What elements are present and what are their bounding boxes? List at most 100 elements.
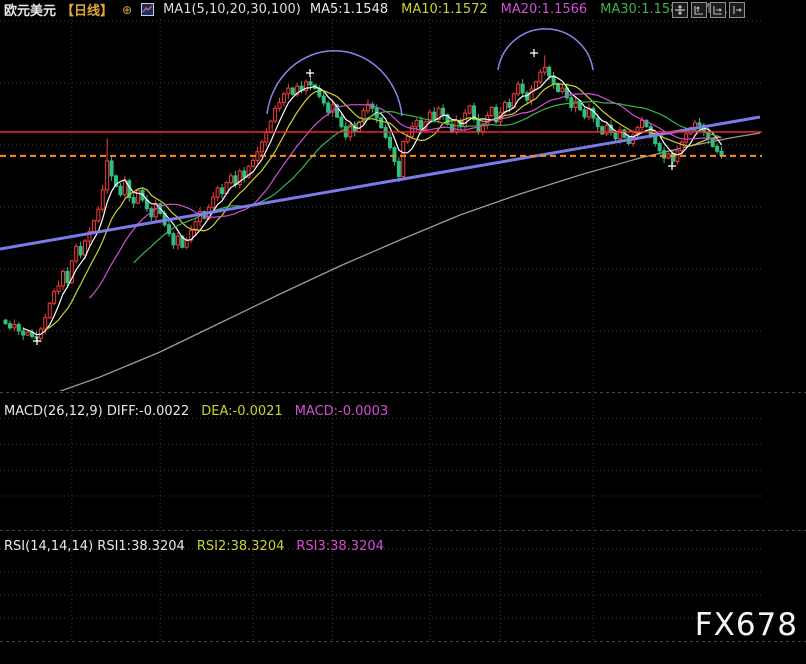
candle-body [212, 197, 215, 207]
candle-body [711, 139, 714, 147]
macd-bar-value: MACD:-0.0003 [295, 404, 389, 419]
candle-body [671, 154, 674, 162]
ma5-value: MA5:1.1548 [310, 2, 388, 17]
chart-window: 欧元美元 【日线】 ⊕ MA1(5,10,20,30,100) MA5:1.15… [0, 0, 806, 664]
candle-body [106, 161, 109, 190]
scale-up-axis-icon[interactable] [691, 2, 707, 18]
candle-body [110, 161, 113, 176]
candle-body [123, 181, 126, 195]
macd-params-and-diff: MACD(26,12,9) DIFF:-0.0022 [4, 404, 189, 419]
candle-body [539, 72, 542, 82]
candle-body [172, 234, 175, 245]
candle-body [274, 108, 277, 121]
ma100-line [55, 133, 760, 393]
candle-body [442, 108, 445, 114]
candle-body [53, 292, 56, 304]
candle-body [8, 324, 11, 328]
candle-body [685, 134, 688, 142]
candle-body [419, 120, 422, 129]
candle-body [614, 132, 617, 138]
candle-body [17, 324, 20, 331]
candle-body [260, 142, 263, 152]
candle-body [380, 118, 383, 128]
fx678-watermark: FX678 [695, 607, 798, 643]
ma30-line [134, 101, 722, 262]
candle-body [318, 89, 321, 97]
candle-body [309, 82, 312, 85]
period-label: 【日线】 [61, 0, 113, 19]
chart-header: 欧元美元 【日线】 ⊕ MA1(5,10,20,30,100) MA5:1.15… [4, 1, 736, 18]
macd-dea-value: DEA:-0.0021 [201, 404, 282, 419]
candle-body [663, 151, 666, 158]
candle-body [291, 88, 294, 95]
rsi-params-and-rsi1: RSI(14,14,14) RSI1:38.3204 [4, 539, 185, 554]
candle-body [79, 247, 82, 255]
candle-body [530, 89, 533, 100]
candle-body [596, 118, 599, 127]
candle-body [490, 107, 493, 115]
candle-body [256, 152, 259, 161]
candle-body [698, 123, 701, 125]
move-crosshair-icon[interactable] [672, 2, 688, 18]
extreme-marker [306, 69, 314, 77]
ma5-line [23, 76, 721, 334]
candle-body [221, 188, 224, 194]
candle-body [557, 84, 560, 92]
candle-body [570, 98, 573, 108]
macd-header: MACD(26,12,9) DIFF:-0.0022 DEA:-0.0021 M… [4, 404, 388, 419]
candle-body [137, 190, 140, 203]
candle-body [282, 94, 285, 103]
candle-body [468, 106, 471, 113]
candle-body [526, 93, 529, 100]
candle-body [252, 160, 255, 166]
candle-body [229, 176, 232, 183]
candle-body [84, 241, 87, 255]
rsi3-value: RSI3:38.3204 [296, 539, 384, 554]
candle-body [521, 84, 524, 93]
ma10-value: MA10:1.1572 [401, 2, 488, 17]
candle-body [327, 103, 330, 112]
candle-body [185, 240, 188, 247]
candle-body [4, 320, 7, 324]
scale-right-axis-icon[interactable] [710, 2, 726, 18]
candle-body [322, 96, 325, 103]
rsi-header: RSI(14,14,14) RSI1:38.3204 RSI2:38.3204 … [4, 539, 384, 554]
candle-body [517, 84, 520, 94]
candle-body [44, 318, 47, 329]
candles-group [4, 55, 723, 342]
candle-body [574, 101, 577, 107]
candle-body [234, 176, 237, 185]
candle-body [583, 110, 586, 117]
chart-canvas[interactable] [0, 0, 806, 664]
candle-body [667, 154, 670, 158]
candle-body [503, 103, 506, 113]
candle-body [658, 144, 661, 151]
candle-body [97, 209, 100, 221]
candle-body [287, 88, 290, 94]
candle-body [119, 186, 122, 194]
expand-icon[interactable]: ⊕ [122, 4, 132, 16]
price-pane [0, 55, 762, 393]
candle-body [543, 67, 546, 72]
pan-right-icon[interactable] [729, 2, 745, 18]
candle-body [640, 120, 643, 127]
chart-type-icon[interactable] [141, 3, 154, 16]
chart-toolbar [672, 2, 745, 18]
candle-body [48, 303, 51, 317]
candle-body [433, 112, 436, 119]
candle-body [101, 190, 104, 209]
candle-body [75, 247, 78, 261]
candle-body [243, 171, 246, 177]
candle-body [265, 132, 268, 142]
ma20-value: MA20:1.1566 [501, 2, 588, 17]
annotation-arc [498, 29, 593, 70]
candle-body [654, 136, 657, 143]
candle-body [26, 332, 29, 335]
ma-params-label: MA1(5,10,20,30,100) [163, 2, 301, 17]
candle-body [22, 331, 25, 335]
candle-body [61, 271, 64, 285]
candle-body [176, 236, 179, 245]
candle-body [278, 103, 281, 109]
candle-body [716, 146, 719, 151]
candle-body [132, 198, 135, 204]
